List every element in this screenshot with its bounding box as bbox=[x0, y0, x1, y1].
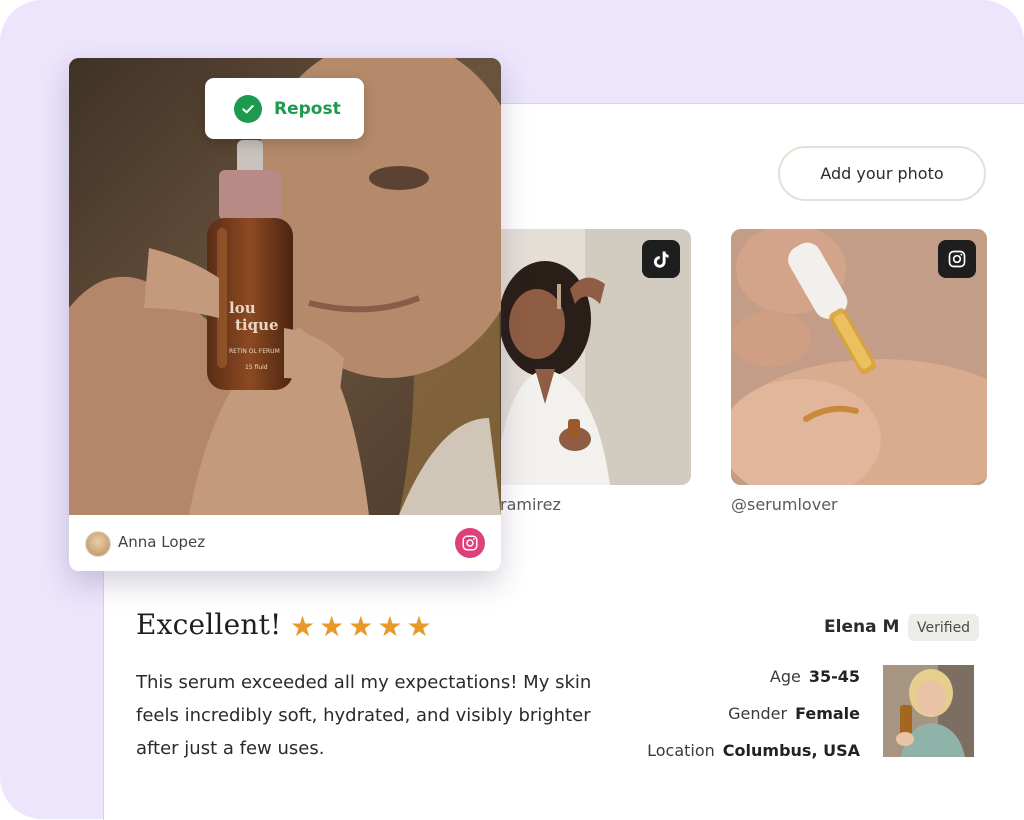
avatar bbox=[85, 531, 111, 557]
checkmark-icon bbox=[234, 94, 262, 123]
product-volume: 15 fluid bbox=[245, 364, 268, 371]
review-title: Excellent! bbox=[136, 608, 282, 641]
star-icon: ★ bbox=[377, 610, 403, 643]
product-name: RETIN OL FERUM bbox=[229, 348, 280, 355]
star-icon: ★ bbox=[290, 610, 316, 643]
repost-button[interactable]: Repost bbox=[205, 78, 364, 139]
star-icon: ★ bbox=[319, 610, 345, 643]
instagram-icon[interactable] bbox=[455, 528, 485, 558]
reviewer-attribute-gender: Gender Female bbox=[728, 704, 860, 723]
reviewer-photo[interactable] bbox=[883, 665, 974, 757]
attribute-value: Columbus, USA bbox=[722, 741, 860, 760]
reviewer-photo-image bbox=[883, 665, 974, 757]
ugc-handle[interactable]: @serumlover bbox=[731, 495, 838, 514]
reviewer-name: Elena M bbox=[824, 617, 900, 637]
attribute-label: Location bbox=[647, 741, 715, 760]
reviewer-attribute-location: Location Columbus, USA bbox=[647, 741, 860, 760]
verified-badge: Verified bbox=[908, 614, 980, 641]
star-icon: ★ bbox=[348, 610, 374, 643]
review-text: This serum exceeded all my expectations!… bbox=[136, 672, 592, 759]
attribute-label: Gender bbox=[728, 704, 788, 723]
reviewer-attribute-age: Age 35-45 bbox=[770, 667, 860, 686]
featured-post-footer: Anna Lopez bbox=[69, 515, 501, 571]
star-icon: ★ bbox=[406, 610, 432, 643]
product-brand-bottom: tique bbox=[235, 316, 279, 334]
attribute-value: Female bbox=[795, 704, 860, 723]
star-rating: ★ ★ ★ ★ ★ bbox=[290, 613, 432, 641]
add-photo-button[interactable]: Add your photo bbox=[778, 146, 986, 201]
tiktok-icon bbox=[642, 240, 680, 278]
ugc-photo-card[interactable] bbox=[731, 229, 987, 485]
attribute-value: 35-45 bbox=[808, 667, 860, 686]
attribute-label: Age bbox=[769, 667, 801, 686]
post-author-name: Anna Lopez bbox=[118, 533, 206, 551]
instagram-icon bbox=[938, 240, 976, 278]
product-brand-top: lou bbox=[229, 299, 256, 317]
repost-label: Repost bbox=[274, 98, 341, 119]
ugc-handle[interactable]: ramirez bbox=[500, 495, 561, 514]
